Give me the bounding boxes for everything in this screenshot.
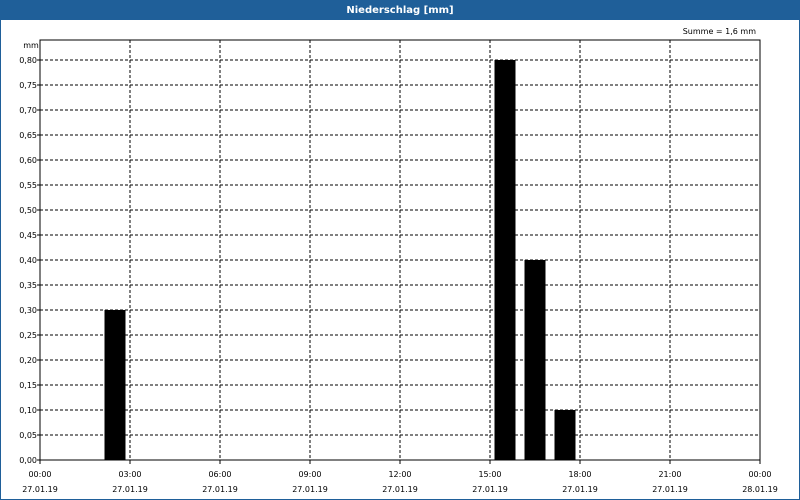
y-tick-label: 0,45 xyxy=(19,231,37,240)
y-tick-label: 0,25 xyxy=(19,331,37,340)
x-tick-labels: 00:00 27.01.19 03:00 27.01.19 06:00 27.01.19 0… xyxy=(22,470,778,494)
x-tick-date-label: 27.01.19 xyxy=(472,485,508,494)
x-tick-time-label: 18:00 xyxy=(568,470,591,479)
precipitation-bar xyxy=(524,260,546,460)
precipitation-bar xyxy=(494,60,516,460)
x-tick-date-label: 27.01.19 xyxy=(292,485,328,494)
x-tick-time-label: 12:00 xyxy=(388,470,411,479)
y-tick-label: 0,80 xyxy=(19,56,37,65)
y-tick-label: 0,00 xyxy=(19,456,37,465)
precipitation-bar xyxy=(104,310,126,460)
x-tick-date-label: 27.01.19 xyxy=(202,485,238,494)
y-tick-label: 0,20 xyxy=(19,356,37,365)
y-tick-label: 0,70 xyxy=(19,106,37,115)
y-tick-label: 0,60 xyxy=(19,156,37,165)
x-tick-date-label: 27.01.19 xyxy=(562,485,598,494)
x-tick-time-label: 15:00 xyxy=(478,470,501,479)
grid-lines xyxy=(40,40,760,460)
y-tick-label: 0,55 xyxy=(19,181,37,190)
x-tick-date-label: 27.01.19 xyxy=(382,485,418,494)
x-tick-time-label: 00:00 xyxy=(748,470,771,479)
y-tick-label: 0,30 xyxy=(19,306,37,315)
y-tick-label: 0,35 xyxy=(19,281,37,290)
y-tick-label: 0,40 xyxy=(19,256,37,265)
y-tick-label: 0,75 xyxy=(19,81,37,90)
x-tick-time-label: 03:00 xyxy=(118,470,141,479)
x-tick-time-label: 06:00 xyxy=(208,470,231,479)
x-tick-date-label: 27.01.19 xyxy=(112,485,148,494)
y-tick-label: 0,05 xyxy=(19,431,37,440)
y-tick-labels: 0,00 0,05 0,10 0,15 0,20 0,25 0,30 0,35 0,40 0,45… xyxy=(19,56,37,465)
y-tick-label: 0,10 xyxy=(19,406,37,415)
x-tick-date-label: 27.01.19 xyxy=(22,485,58,494)
y-tick-label: 0,15 xyxy=(19,381,37,390)
x-tick-date-label: 28.01.19 xyxy=(742,485,778,494)
y-tick-label: 0,50 xyxy=(19,206,37,215)
y-axis-unit-label: mm xyxy=(23,41,39,50)
precipitation-chart: Summe = 1,6 mm mm 0,000,050,100,150,200,… xyxy=(19,27,778,494)
x-tick-date-label: 27.01.19 xyxy=(652,485,688,494)
x-tick-time-label: 21:00 xyxy=(658,470,681,479)
precipitation-bar xyxy=(554,410,576,460)
x-tick-time-label: 00:00 xyxy=(28,470,51,479)
sum-annotation: Summe = 1,6 mm xyxy=(683,27,757,36)
x-tick-time-label: 09:00 xyxy=(298,470,321,479)
axes xyxy=(37,39,761,464)
y-tick-label: 0,65 xyxy=(19,131,37,140)
